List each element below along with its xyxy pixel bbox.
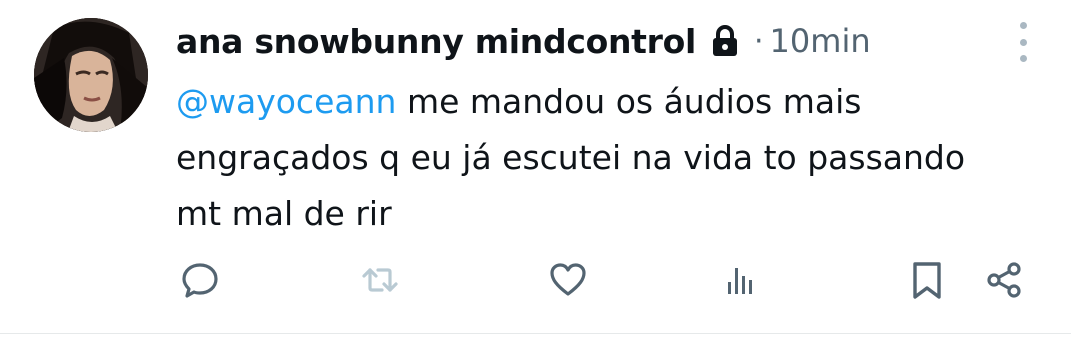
avatar[interactable] (34, 18, 148, 132)
retweet-icon (362, 268, 398, 292)
tweet-header: ana snowbunny mindcontrol · 10min (176, 18, 871, 64)
views-button[interactable] (718, 258, 762, 302)
separator-dot: · (754, 23, 764, 59)
share-button[interactable] (983, 258, 1027, 302)
bookmark-icon (913, 262, 941, 299)
bookmark-button[interactable] (905, 258, 949, 302)
reply-icon (182, 263, 218, 298)
action-bar (0, 258, 1071, 308)
more-vertical-icon[interactable] (1012, 22, 1034, 62)
timestamp[interactable]: 10min (770, 22, 871, 60)
share-icon (987, 262, 1021, 298)
tweet[interactable]: ana snowbunny mindcontrol · 10min @wayoc… (0, 0, 1071, 337)
like-button[interactable] (546, 258, 590, 302)
divider (0, 333, 1071, 334)
mention-link[interactable]: @wayoceann (176, 82, 396, 121)
heart-icon (550, 263, 586, 296)
reply-button[interactable] (178, 258, 222, 302)
retweet-button[interactable] (358, 258, 402, 302)
display-name[interactable]: ana snowbunny mindcontrol (176, 22, 696, 61)
views-icon (728, 268, 752, 294)
tweet-text: @wayoceann me mandou os áudios mais engr… (176, 74, 996, 242)
lock-icon (710, 24, 740, 58)
